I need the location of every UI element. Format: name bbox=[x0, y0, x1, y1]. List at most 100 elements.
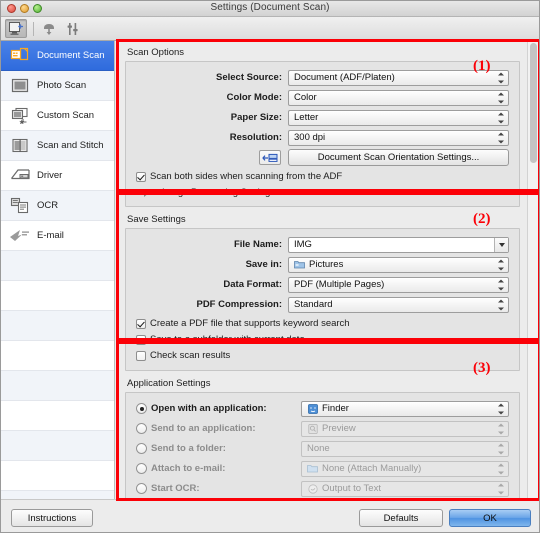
sidebar-item-custom-scan[interactable]: Custom Scan bbox=[1, 101, 114, 131]
send-to-application-radio[interactable] bbox=[136, 423, 147, 434]
sidebar-item-document-scan[interactable]: Document Scan bbox=[1, 41, 114, 71]
driver-icon bbox=[9, 166, 31, 186]
open-with-application-row[interactable]: Open with an application: Finder bbox=[136, 400, 509, 417]
color-mode-value: Color bbox=[294, 91, 317, 103]
window-title: Settings (Document Scan) bbox=[210, 2, 330, 13]
paper-size-row: Paper Size: Letter bbox=[136, 109, 509, 126]
footer-bar: Instructions Defaults OK bbox=[1, 499, 539, 532]
send-to-folder-radio[interactable] bbox=[136, 443, 147, 454]
scan-both-sides-checkbox-row[interactable]: Scan both sides when scanning from the A… bbox=[136, 171, 509, 182]
data-format-dropdown[interactable]: PDF (Multiple Pages) bbox=[288, 276, 509, 293]
email-icon bbox=[9, 226, 31, 246]
send-to-folder-value: None bbox=[307, 442, 330, 454]
stepper-arrows-icon bbox=[497, 279, 504, 290]
paper-size-value: Letter bbox=[294, 111, 319, 123]
create-searchable-pdf-checkbox-row[interactable]: Create a PDF file that supports keyword … bbox=[136, 318, 509, 329]
sidebar-item-email[interactable]: E-mail bbox=[1, 221, 114, 251]
sidebar-item-ocr[interactable]: OCR bbox=[1, 191, 114, 221]
save-in-value: Pictures bbox=[309, 258, 344, 270]
ocr-doc-icon bbox=[307, 483, 318, 494]
attach-to-email-row[interactable]: Attach to e-mail: None (Attach Manually) bbox=[136, 460, 509, 477]
open-with-application-value: Finder bbox=[322, 402, 349, 414]
stepper-arrows-icon bbox=[497, 299, 504, 310]
stepper-arrows-icon bbox=[497, 132, 504, 143]
send-to-application-dropdown[interactable]: Preview bbox=[301, 420, 509, 437]
ok-button[interactable]: OK bbox=[449, 509, 531, 527]
instructions-button[interactable]: Instructions bbox=[11, 509, 93, 527]
sidebar-item-scan-and-stitch[interactable]: Scan and Stitch bbox=[1, 131, 114, 161]
general-settings-icon[interactable] bbox=[62, 19, 84, 38]
defaults-button[interactable]: Defaults bbox=[359, 509, 443, 527]
scan-from-computer-icon[interactable] bbox=[5, 19, 27, 38]
start-ocr-dropdown[interactable]: Output to Text bbox=[301, 480, 509, 497]
select-source-value: Document (ADF/Platen) bbox=[294, 71, 395, 83]
scan-from-operation-panel-icon[interactable] bbox=[38, 19, 60, 38]
paper-size-dropdown[interactable]: Letter bbox=[288, 109, 509, 126]
color-mode-dropdown[interactable]: Color bbox=[288, 89, 509, 106]
pdf-compression-dropdown[interactable]: Standard bbox=[288, 296, 509, 313]
document-scan-orientation-settings-button[interactable]: Document Scan Orientation Settings... bbox=[288, 149, 509, 166]
sidebar: Document Scan Photo Scan Custom Scan Sca… bbox=[1, 41, 115, 499]
resolution-dropdown[interactable]: 300 dpi bbox=[288, 129, 509, 146]
start-ocr-radio[interactable] bbox=[136, 483, 147, 494]
chevron-right-icon[interactable] bbox=[144, 188, 154, 197]
document-scan-icon bbox=[9, 46, 31, 66]
open-with-application-label: Open with an application: bbox=[151, 403, 267, 414]
check-scan-results-checkbox[interactable] bbox=[136, 350, 146, 361]
attach-to-email-dropdown[interactable]: None (Attach Manually) bbox=[301, 460, 509, 477]
sidebar-filler-row bbox=[1, 311, 114, 341]
scan-both-sides-label: Scan both sides when scanning from the A… bbox=[150, 171, 343, 182]
create-searchable-pdf-label: Create a PDF file that supports keyword … bbox=[150, 318, 350, 329]
select-source-label: Select Source: bbox=[216, 72, 282, 83]
send-to-folder-row[interactable]: Send to a folder: None bbox=[136, 440, 509, 457]
stepper-arrows-icon bbox=[497, 443, 504, 454]
scan-and-stitch-icon bbox=[9, 136, 31, 156]
resolution-value: 300 dpi bbox=[294, 131, 326, 143]
scrollbar-thumb[interactable] bbox=[530, 43, 537, 163]
file-name-input[interactable]: IMG bbox=[288, 236, 509, 253]
sidebar-item-driver[interactable]: Driver bbox=[1, 161, 114, 191]
pdf-compression-row: PDF Compression: Standard bbox=[136, 296, 509, 313]
attach-to-email-radio[interactable] bbox=[136, 463, 147, 474]
file-name-row: File Name: IMG bbox=[136, 236, 509, 253]
save-subfolder-label: Save to a subfolder with current date bbox=[150, 334, 305, 345]
save-in-row: Save in: Pictures bbox=[136, 256, 509, 273]
save-subfolder-checkbox[interactable] bbox=[136, 334, 146, 345]
save-subfolder-checkbox-row[interactable]: Save to a subfolder with current date bbox=[136, 334, 509, 345]
sidebar-item-label: Driver bbox=[37, 169, 63, 181]
save-in-dropdown[interactable]: Pictures bbox=[288, 256, 509, 273]
file-name-value: IMG bbox=[294, 239, 312, 250]
chevron-down-icon[interactable] bbox=[494, 237, 508, 252]
sidebar-item-label: E-mail bbox=[37, 229, 64, 241]
ocr-icon bbox=[9, 196, 31, 216]
scan-both-sides-checkbox[interactable] bbox=[136, 171, 146, 182]
send-to-folder-dropdown[interactable]: None bbox=[301, 440, 509, 457]
check-scan-results-checkbox-row[interactable]: Check scan results bbox=[136, 350, 509, 361]
image-processing-settings-label: Image Processing Settings bbox=[162, 187, 276, 198]
sidebar-filler-row bbox=[1, 341, 114, 371]
orientation-arrow-icon[interactable] bbox=[259, 150, 281, 165]
custom-scan-icon bbox=[9, 106, 31, 126]
pdf-compression-value: Standard bbox=[294, 298, 333, 310]
send-to-application-row[interactable]: Send to an application: Preview bbox=[136, 420, 509, 437]
open-with-application-radio[interactable] bbox=[136, 403, 147, 414]
toolbar bbox=[1, 17, 539, 41]
sidebar-item-photo-scan[interactable]: Photo Scan bbox=[1, 71, 114, 101]
start-ocr-row[interactable]: Start OCR: Output to Text bbox=[136, 480, 509, 497]
settings-scrollbar[interactable] bbox=[527, 41, 539, 499]
orientation-settings-row: Document Scan Orientation Settings... bbox=[136, 149, 509, 166]
sidebar-item-label: Scan and Stitch bbox=[37, 139, 104, 151]
save-in-label: Save in: bbox=[245, 259, 282, 270]
open-with-application-dropdown[interactable]: Finder bbox=[301, 400, 509, 417]
create-searchable-pdf-checkbox[interactable] bbox=[136, 318, 146, 329]
stepper-arrows-icon bbox=[497, 463, 504, 474]
sidebar-item-label: Photo Scan bbox=[37, 79, 87, 91]
check-scan-results-label: Check scan results bbox=[150, 350, 231, 361]
select-source-dropdown[interactable]: Document (ADF/Platen) bbox=[288, 69, 509, 86]
image-processing-settings-disclosure[interactable]: Image Processing Settings bbox=[136, 187, 509, 198]
sidebar-filler-row bbox=[1, 371, 114, 401]
sidebar-item-label: Custom Scan bbox=[37, 109, 95, 121]
stepper-arrows-icon bbox=[497, 112, 504, 123]
attach-to-email-value: None (Attach Manually) bbox=[322, 462, 422, 474]
title-bar: Settings (Document Scan) bbox=[1, 1, 539, 17]
